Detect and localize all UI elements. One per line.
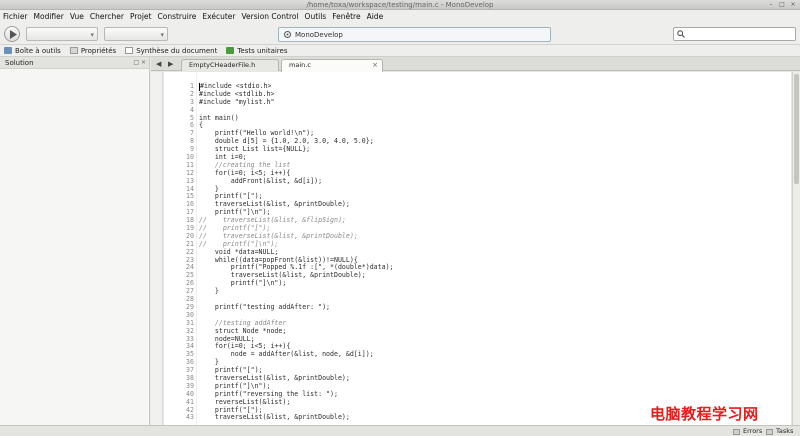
scrollbar-thumb[interactable]: [794, 74, 799, 184]
errors-icon: [733, 428, 740, 435]
line-code: traverseList(&list, &printDouble);: [199, 413, 350, 422]
window-title: /home/toxa/workspace/testing/main.c - Mo…: [306, 1, 494, 9]
tasks-label: Tasks: [776, 427, 794, 435]
play-icon: [10, 30, 17, 39]
configuration-select[interactable]: ▾: [26, 27, 98, 41]
pad-toolbox[interactable]: Boîte à outils: [4, 47, 61, 55]
menu-construire[interactable]: Construire: [158, 10, 197, 23]
maximize-button[interactable]: □: [778, 1, 786, 9]
pad-unit-tests[interactable]: Tests unitaires: [226, 47, 287, 55]
chevron-down-icon: ▾: [160, 31, 164, 39]
pad-document-outline-label: Synthèse du document: [136, 46, 218, 55]
solution-pad-header: Solution □ ×: [0, 57, 149, 69]
errors-label: Errors: [743, 427, 763, 435]
tab-label: main.c: [289, 61, 311, 69]
unit-tests-icon: [226, 47, 235, 54]
menu-modifier[interactable]: Modifier: [34, 10, 64, 23]
menu-fichier[interactable]: Fichier: [3, 10, 28, 23]
tab-main-c[interactable]: main.c ×: [281, 59, 383, 72]
menu-aide[interactable]: Aide: [367, 10, 384, 23]
code-line[interactable]: 13 addFront(&list, &d[i]);: [164, 177, 791, 186]
tab-emptycheaderfile[interactable]: EmptyCHeaderFile.h: [181, 59, 279, 71]
close-icon[interactable]: ×: [372, 60, 378, 71]
tasks-icon: [766, 428, 773, 435]
properties-icon: [69, 47, 78, 54]
errors-pad-button[interactable]: Errors: [733, 426, 762, 436]
vertical-scrollbar[interactable]: [792, 72, 800, 425]
tab-scroll-right-icon[interactable]: ▶: [168, 57, 173, 71]
chevron-down-icon: ▾: [90, 31, 94, 39]
menu-projet[interactable]: Projet: [130, 10, 152, 23]
code-lines: 1 #include <stdio.h> 2 #include <stdlib.h> 3…: [164, 82, 791, 422]
info-icon: [284, 31, 291, 38]
document-outline-icon: [125, 47, 134, 54]
line-code: }: [199, 287, 219, 296]
status-text: MonoDevelop: [295, 31, 343, 39]
code-line[interactable]: 3 #include "mylist.h": [164, 97, 791, 107]
code-line[interactable]: 5 int main(): [164, 113, 791, 123]
editor-tab-bar: ◀ ▶ EmptyCHeaderFile.h main.c ×: [151, 57, 800, 72]
watermark-text: 电脑教程学习网: [650, 405, 759, 423]
editor-margin: [151, 72, 163, 425]
pad-properties[interactable]: Propriétés: [69, 46, 117, 55]
solution-pad: Solution □ ×: [0, 57, 150, 425]
solution-pad-title: Solution: [5, 59, 34, 67]
search-input[interactable]: [673, 27, 796, 41]
dock-icon[interactable]: □: [133, 57, 139, 69]
platform-select[interactable]: ▾: [104, 27, 168, 41]
menu-bar: Fichier Modifier Vue Chercher Projet Con…: [0, 10, 800, 23]
line-code: #include "mylist.h": [199, 97, 275, 106]
line-code: node = addAfter(&list, node, &d[i]);: [199, 350, 374, 359]
editor-area: ◀ ▶ EmptyCHeaderFile.h main.c × 1 #includ…: [151, 57, 800, 425]
code-line[interactable]: 9 struct List list={NULL};: [164, 145, 791, 154]
code-line[interactable]: 26 printf("]\n");: [164, 279, 791, 288]
menu-version-control[interactable]: Version Control: [241, 10, 298, 23]
close-icon[interactable]: ×: [141, 57, 146, 69]
status-display: MonoDevelop: [278, 27, 551, 42]
status-bar: Errors Tasks: [0, 425, 800, 436]
minimize-button[interactable]: –: [767, 1, 775, 9]
pad-properties-label: Propriétés: [80, 46, 117, 55]
window-title-bar: /home/toxa/workspace/testing/main.c - Mo…: [0, 0, 800, 10]
close-window-button[interactable]: ×: [789, 1, 797, 9]
tab-label: EmptyCHeaderFile.h: [189, 61, 256, 69]
tab-scroll-left-icon[interactable]: ◀: [156, 57, 161, 71]
main-toolbar: ▾ ▾ MonoDevelop: [0, 23, 800, 45]
line-number: 43: [186, 413, 194, 422]
pads-bar: Boîte à outils Propriétés Synthèse du do…: [0, 45, 800, 57]
code-line[interactable]: 4: [164, 106, 791, 115]
search-icon: [677, 30, 685, 38]
code-editor[interactable]: 1 #include <stdio.h> 2 #include <stdlib.h> 3…: [164, 72, 791, 425]
code-line[interactable]: 29 printf("testing addAfter: ");: [164, 302, 791, 312]
line-code: printf("testing addAfter: ");: [199, 302, 331, 311]
pad-toolbox-label: Boîte à outils: [15, 46, 61, 55]
menu-executer[interactable]: Exécuter: [202, 10, 235, 23]
menu-outils[interactable]: Outils: [305, 10, 327, 23]
line-code: int main(): [199, 113, 239, 122]
tasks-pad-button[interactable]: Tasks: [766, 426, 793, 436]
menu-fenetre[interactable]: Fenêtre: [332, 10, 360, 23]
pad-unit-tests-label: Tests unitaires: [237, 46, 288, 55]
pad-document-outline[interactable]: Synthèse du document: [125, 47, 217, 55]
code-line[interactable]: 27 }: [164, 287, 791, 296]
toolbox-icon: [4, 47, 12, 54]
code-line[interactable]: 32 struct Node *node;: [164, 327, 791, 336]
menu-vue[interactable]: Vue: [70, 10, 84, 23]
code-line[interactable]: 35 node = addAfter(&list, node, &d[i]);: [164, 350, 791, 359]
run-button[interactable]: [4, 26, 20, 42]
menu-chercher[interactable]: Chercher: [90, 10, 124, 23]
